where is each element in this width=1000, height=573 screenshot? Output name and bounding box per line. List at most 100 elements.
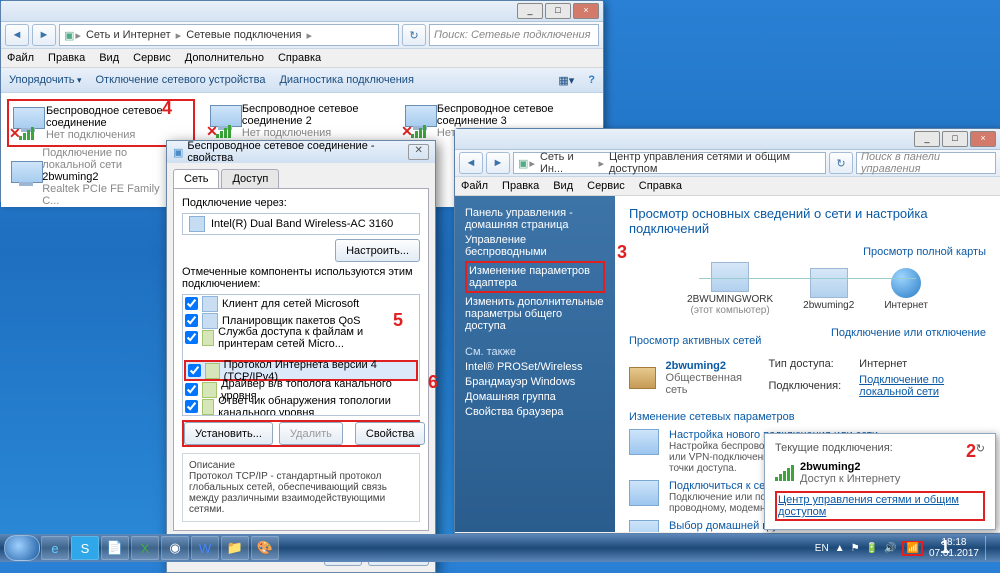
refresh-icon[interactable]: ↻: [976, 442, 985, 455]
network-name-link[interactable]: 2bwuming2: [666, 360, 749, 372]
diagnose-button[interactable]: Диагностика подключения: [279, 74, 413, 86]
node-internet[interactable]: Интернет: [884, 268, 928, 311]
back-button[interactable]: ◄: [459, 152, 483, 174]
tray-chevron-icon[interactable]: ▲: [835, 543, 845, 554]
annotation-2: 2: [966, 441, 976, 462]
lang-indicator[interactable]: EN: [815, 543, 829, 554]
menu-help[interactable]: Справка: [639, 180, 682, 192]
connection-link[interactable]: Подключение по локальной сети: [859, 374, 944, 398]
search-input[interactable]: Поиск в панели управления: [856, 152, 996, 174]
menu-tools[interactable]: Сервис: [587, 180, 625, 192]
proset-link[interactable]: Intel® PROSet/Wireless: [465, 361, 605, 373]
advanced-sharing-link[interactable]: Изменить дополнительные параметры общего…: [465, 296, 605, 332]
connect-disconnect-link[interactable]: Подключение или отключение: [831, 327, 986, 351]
taskbar-explorer-icon[interactable]: 📁: [221, 536, 249, 560]
taskbar-excel-icon[interactable]: X: [131, 536, 159, 560]
close-button[interactable]: ×: [970, 131, 996, 147]
maximize-button[interactable]: □: [942, 131, 968, 147]
back-button[interactable]: ◄: [5, 24, 29, 46]
checkbox[interactable]: [185, 383, 198, 396]
menu-edit[interactable]: Правка: [48, 52, 85, 64]
menu-tools[interactable]: Сервис: [133, 52, 171, 64]
search-input[interactable]: Поиск: Сетевые подключения: [429, 24, 599, 46]
connection-wireless-2[interactable]: ✕ Беспроводное сетевое соединение 2Нет п…: [206, 99, 390, 143]
task-icon: [629, 520, 659, 532]
taskbar-chrome-icon[interactable]: ◉: [161, 536, 189, 560]
connection-lan[interactable]: Подключение по локальной сети2bwuming2Re…: [7, 155, 171, 199]
forward-button[interactable]: ►: [486, 152, 510, 174]
menu-file[interactable]: Файл: [7, 52, 34, 64]
tray-network-icon[interactable]: 📶: [902, 541, 922, 556]
node-this-pc[interactable]: 2BWUMINGWORK(этот компьютер): [687, 262, 773, 316]
checkbox[interactable]: [185, 331, 198, 344]
component-label[interactable]: Ответчик обнаружения топологии канальног…: [218, 395, 417, 417]
component-label[interactable]: Клиент для сетей Microsoft: [222, 298, 359, 310]
component-label[interactable]: Служба доступа к файлам и принтерам сете…: [218, 326, 417, 350]
crumb-seg[interactable]: Сеть и Интернет: [82, 29, 175, 41]
command-bar: Упорядочить Отключение сетевого устройст…: [1, 68, 603, 93]
install-button[interactable]: Установить...: [184, 422, 273, 445]
firewall-link[interactable]: Брандмауэр Windows: [465, 376, 605, 388]
minimize-button[interactable]: _: [914, 131, 940, 147]
menu-view[interactable]: Вид: [99, 52, 119, 64]
tab-network[interactable]: Сеть: [173, 169, 219, 188]
breadcrumb[interactable]: ▣ ▸ Сеть и Интернет ▸ Сетевые подключени…: [59, 24, 399, 46]
taskbar-notepad-icon[interactable]: 📄: [101, 536, 129, 560]
show-desktop-button[interactable]: [985, 536, 992, 560]
checkbox[interactable]: [188, 364, 201, 377]
client-icon: [202, 296, 218, 312]
full-map-link[interactable]: Просмотр полной карты: [863, 246, 986, 258]
tray-flag-icon[interactable]: ⚑: [851, 543, 860, 554]
node-router[interactable]: 2bwuming2: [803, 268, 854, 311]
crumb-seg[interactable]: Центр управления сетями и общим доступом: [605, 151, 821, 175]
crumb-seg[interactable]: Сетевые подключения: [182, 29, 305, 41]
taskbar-skype-icon[interactable]: S: [71, 536, 99, 560]
maximize-button[interactable]: □: [545, 3, 571, 19]
menu-extra[interactable]: Дополнительно: [185, 52, 264, 64]
left-panel: Панель управления - домашняя страница Уп…: [455, 196, 615, 532]
properties-button[interactable]: Свойства: [355, 422, 425, 445]
close-button[interactable]: ✕: [408, 144, 429, 160]
task-icon: [629, 480, 659, 506]
menu-help[interactable]: Справка: [278, 52, 321, 64]
tray-net-name: 2bwuming2: [800, 461, 900, 473]
menu-file[interactable]: Файл: [461, 180, 488, 192]
forward-button[interactable]: ►: [32, 24, 56, 46]
checkbox[interactable]: [185, 400, 198, 413]
minimize-button[interactable]: _: [517, 3, 543, 19]
view-icon[interactable]: ▦▾: [558, 74, 574, 87]
start-button[interactable]: [4, 535, 40, 561]
adapter-name: Intel(R) Dual Band Wireless-AC 3160: [211, 218, 393, 230]
close-button[interactable]: ×: [573, 3, 599, 19]
components-list[interactable]: Клиент для сетей Microsoft Планировщик п…: [182, 294, 420, 416]
refresh-button[interactable]: ↻: [829, 152, 853, 174]
configure-button[interactable]: Настроить...: [335, 239, 420, 262]
clock[interactable]: 18:1807.01.2017: [929, 537, 979, 559]
change-adapter-link[interactable]: Изменение параметров адаптера: [465, 261, 605, 293]
taskbar-word-icon[interactable]: W: [191, 536, 219, 560]
checkbox[interactable]: [185, 297, 198, 310]
help-icon[interactable]: ?: [588, 74, 595, 86]
crumb-seg[interactable]: Сеть и Ин...: [536, 151, 598, 175]
driver-icon: [202, 382, 217, 398]
tab-sharing[interactable]: Доступ: [221, 169, 279, 188]
checkbox[interactable]: [185, 314, 198, 327]
menu-edit[interactable]: Правка: [502, 180, 539, 192]
taskbar-app-icon[interactable]: 🎨: [251, 536, 279, 560]
manage-wireless-link[interactable]: Управление беспроводными: [465, 234, 605, 258]
menu-view[interactable]: Вид: [553, 180, 573, 192]
homegroup-link[interactable]: Домашняя группа: [465, 391, 605, 403]
internet-options-link[interactable]: Свойства браузера: [465, 406, 605, 418]
control-panel-home-link[interactable]: Панель управления - домашняя страница: [465, 207, 605, 231]
disable-device-button[interactable]: Отключение сетевого устройства: [96, 74, 266, 86]
annotation-4: 4: [162, 98, 172, 119]
organize-button[interactable]: Упорядочить: [9, 74, 82, 86]
taskbar-ie-icon[interactable]: e: [41, 536, 69, 560]
tray-volume-icon[interactable]: 🔊: [884, 543, 896, 554]
tray-network-item[interactable]: 2bwuming2Доступ к Интернету: [775, 461, 985, 485]
refresh-button[interactable]: ↻: [402, 24, 426, 46]
tray-battery-icon[interactable]: 🔋: [866, 543, 878, 554]
open-network-center-link[interactable]: Центр управления сетями и общим доступом: [775, 491, 985, 521]
breadcrumb[interactable]: ▣▸ Сеть и Ин...▸ Центр управления сетями…: [513, 152, 826, 174]
label-connect-via: Подключение через:: [182, 197, 420, 209]
